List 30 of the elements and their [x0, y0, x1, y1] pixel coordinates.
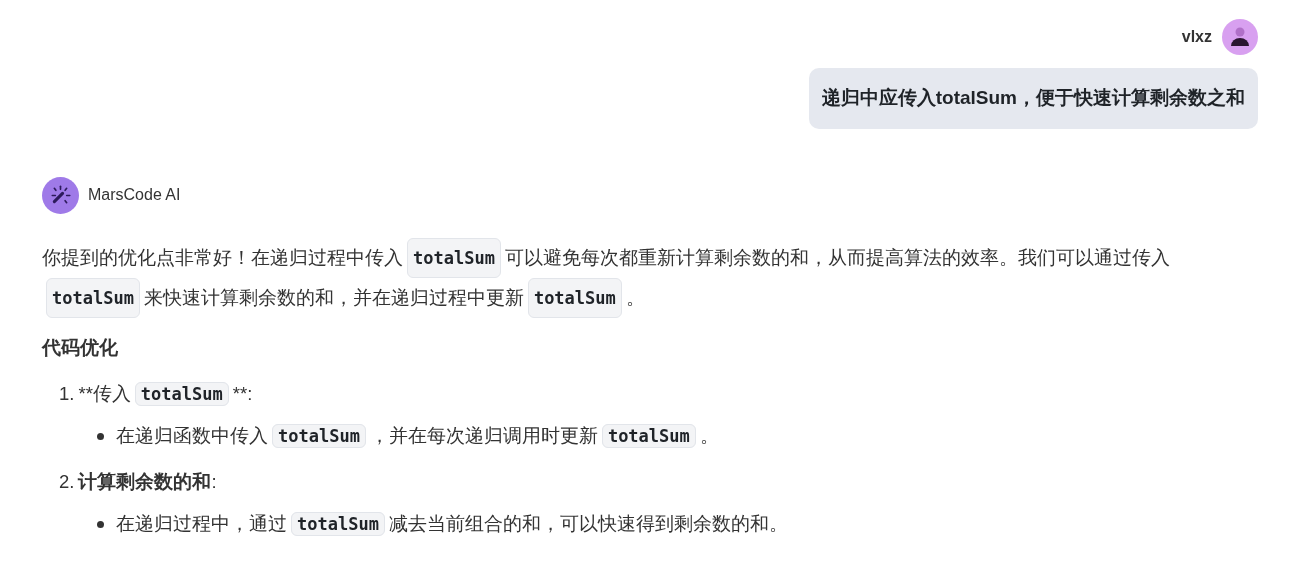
paragraph-text: ，并在每次递归调用时更新 [369, 425, 598, 446]
paragraph-text: **: [232, 383, 253, 404]
paragraph-text: 你提到的优化点非常好！在递归过程中传入 [42, 245, 403, 270]
paragraph-text: 来快速计算剩余数的和，并在递归过程中更新 [143, 285, 524, 310]
paragraph-text: 。 [625, 285, 645, 310]
inline-code: totalSum [601, 424, 696, 448]
bullet-icon [97, 520, 104, 528]
inline-code: totalSum [272, 424, 366, 448]
paragraph-text: 在递归函数中传入 [116, 425, 268, 446]
user-avatar-icon [1222, 19, 1258, 55]
assistant-name: MarsCode AI [88, 185, 181, 205]
paragraph-text: 可以避免每次都重新计算剩余数的和，从而提高算法的效率。我们可以通过传入 [504, 245, 1170, 270]
inline-code: totalSum [46, 277, 140, 318]
paragraph-text: 减去当前组合的和，可以快速得到剩余数的和。 [388, 513, 788, 534]
paragraph-text: **传入 [78, 383, 131, 404]
inline-code: totalSum [407, 237, 501, 278]
bold-text: 计算剩余数的和 [78, 471, 212, 492]
paragraph-text: 。 [699, 425, 719, 446]
inline-code: totalSum [134, 382, 229, 406]
paragraph-text: 在递归过程中，通过 [116, 513, 287, 534]
paragraph-text: : [211, 471, 217, 492]
bullet-icon [97, 432, 104, 440]
user-message-bubble: 递归中应传入totalSum，便于快速计算剩余数之和 [808, 68, 1258, 129]
section-heading: 代码优化 [42, 335, 119, 360]
inline-code: totalSum [291, 512, 385, 536]
list-number: 2. [59, 470, 75, 494]
inline-code: totalSum [527, 277, 622, 318]
user-name: vlxz [1181, 27, 1212, 47]
magic-wand-icon [42, 176, 79, 214]
list-number: 1. [59, 382, 75, 406]
